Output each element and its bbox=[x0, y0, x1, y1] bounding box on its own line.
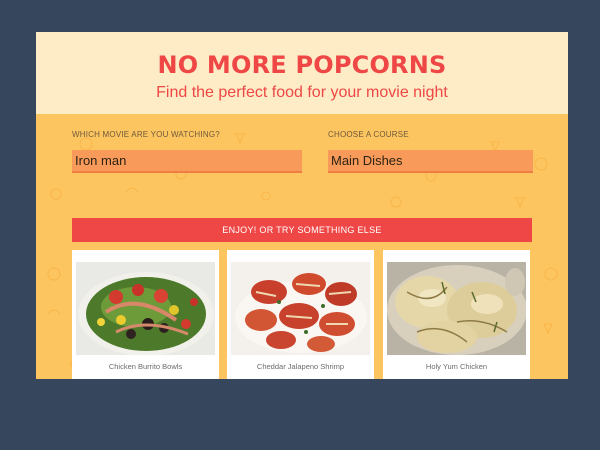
recipe-name: Holy Yum Chicken bbox=[425, 362, 488, 371]
search-panel: WHICH MOVIE ARE YOU WATCHING? Iron man C… bbox=[36, 114, 568, 379]
recipe-name: Chicken Burrito Bowls bbox=[108, 362, 183, 371]
course-label: CHOOSE A COURSE bbox=[328, 130, 409, 139]
recipe-card[interactable]: Cheddar Jalapeno Shrimp bbox=[227, 250, 374, 379]
movie-input[interactable]: Iron man bbox=[72, 150, 302, 173]
recipe-card[interactable]: Holy Yum Chicken bbox=[383, 250, 530, 379]
recipe-card[interactable]: Chicken Burrito Bowls bbox=[72, 250, 219, 379]
cheddar-jalapeno-shrimp-image bbox=[231, 262, 370, 355]
app-card: NO MORE POPCORNS Find the perfect food f… bbox=[36, 32, 568, 379]
try-again-button[interactable]: ENJOY! OR TRY SOMETHING ELSE bbox=[72, 218, 532, 242]
page-subtitle: Find the perfect food for your movie nig… bbox=[156, 84, 448, 101]
page-header: NO MORE POPCORNS Find the perfect food f… bbox=[36, 32, 568, 114]
holy-yum-chicken-image bbox=[387, 262, 526, 355]
movie-label: WHICH MOVIE ARE YOU WATCHING? bbox=[72, 130, 220, 139]
recipe-name: Cheddar Jalapeno Shrimp bbox=[256, 362, 345, 371]
page-title: NO MORE POPCORNS bbox=[157, 51, 447, 79]
course-select[interactable]: Main Dishes bbox=[328, 150, 533, 173]
chicken-burrito-bowls-image bbox=[76, 262, 215, 355]
